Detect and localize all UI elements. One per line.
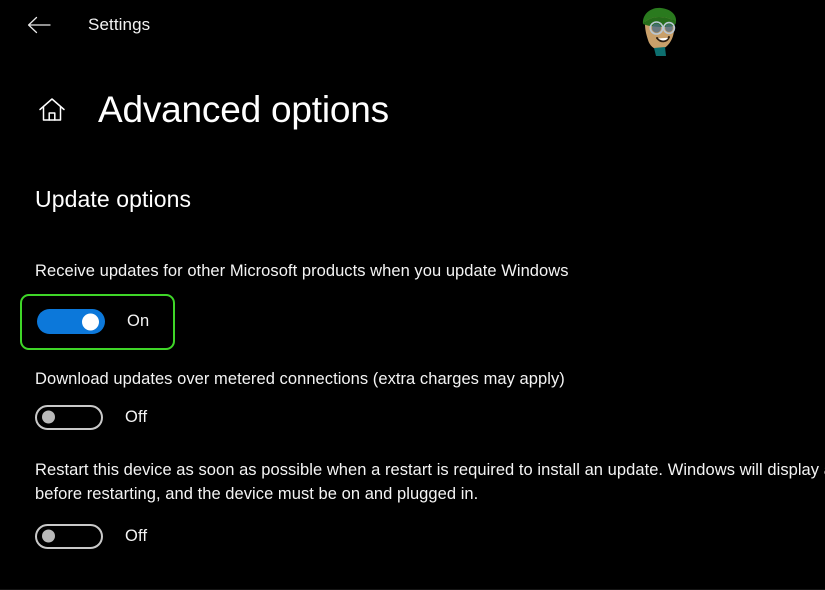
setting-item-microsoft-products: Receive updates for other Microsoft prod… — [20, 260, 825, 350]
setting-item-metered-connections: Download updates over metered connection… — [35, 368, 825, 433]
arrow-left-icon — [26, 15, 52, 35]
setting-label: Restart this device as soon as possible … — [35, 461, 825, 504]
app-title: Settings — [88, 15, 151, 34]
toggle-knob — [82, 313, 99, 331]
setting-label: Receive updates for other Microsoft prod… — [35, 261, 569, 280]
toggle-row-restart-device[interactable]: Off — [35, 521, 825, 551]
toggle-knob — [42, 410, 55, 424]
section-title: Update options — [35, 186, 192, 212]
toggle-switch-restart-device[interactable] — [35, 523, 103, 549]
toggle-switch-microsoft-products[interactable] — [37, 309, 105, 335]
toggle-state-label: Off — [125, 526, 148, 545]
toggle-row-microsoft-products[interactable]: On — [20, 293, 175, 350]
setting-item-restart-device: Restart this device as soon as possible … — [35, 459, 825, 551]
settings-content: Update options Receive updates for other… — [0, 186, 825, 551]
back-button[interactable] — [22, 10, 56, 40]
page-heading: Advanced options — [0, 82, 825, 138]
toggle-knob — [42, 529, 55, 543]
setting-label: Download updates over metered connection… — [35, 369, 565, 388]
toggle-state-label: On — [127, 312, 150, 331]
toggle-switch-metered-connections[interactable] — [35, 404, 103, 430]
toggle-row-metered-connections[interactable]: Off — [35, 402, 825, 432]
home-icon[interactable] — [34, 93, 70, 127]
titlebar: Settings — [0, 0, 825, 50]
page-title: Advanced options — [98, 88, 389, 130]
toggle-state-label: Off — [125, 407, 148, 426]
